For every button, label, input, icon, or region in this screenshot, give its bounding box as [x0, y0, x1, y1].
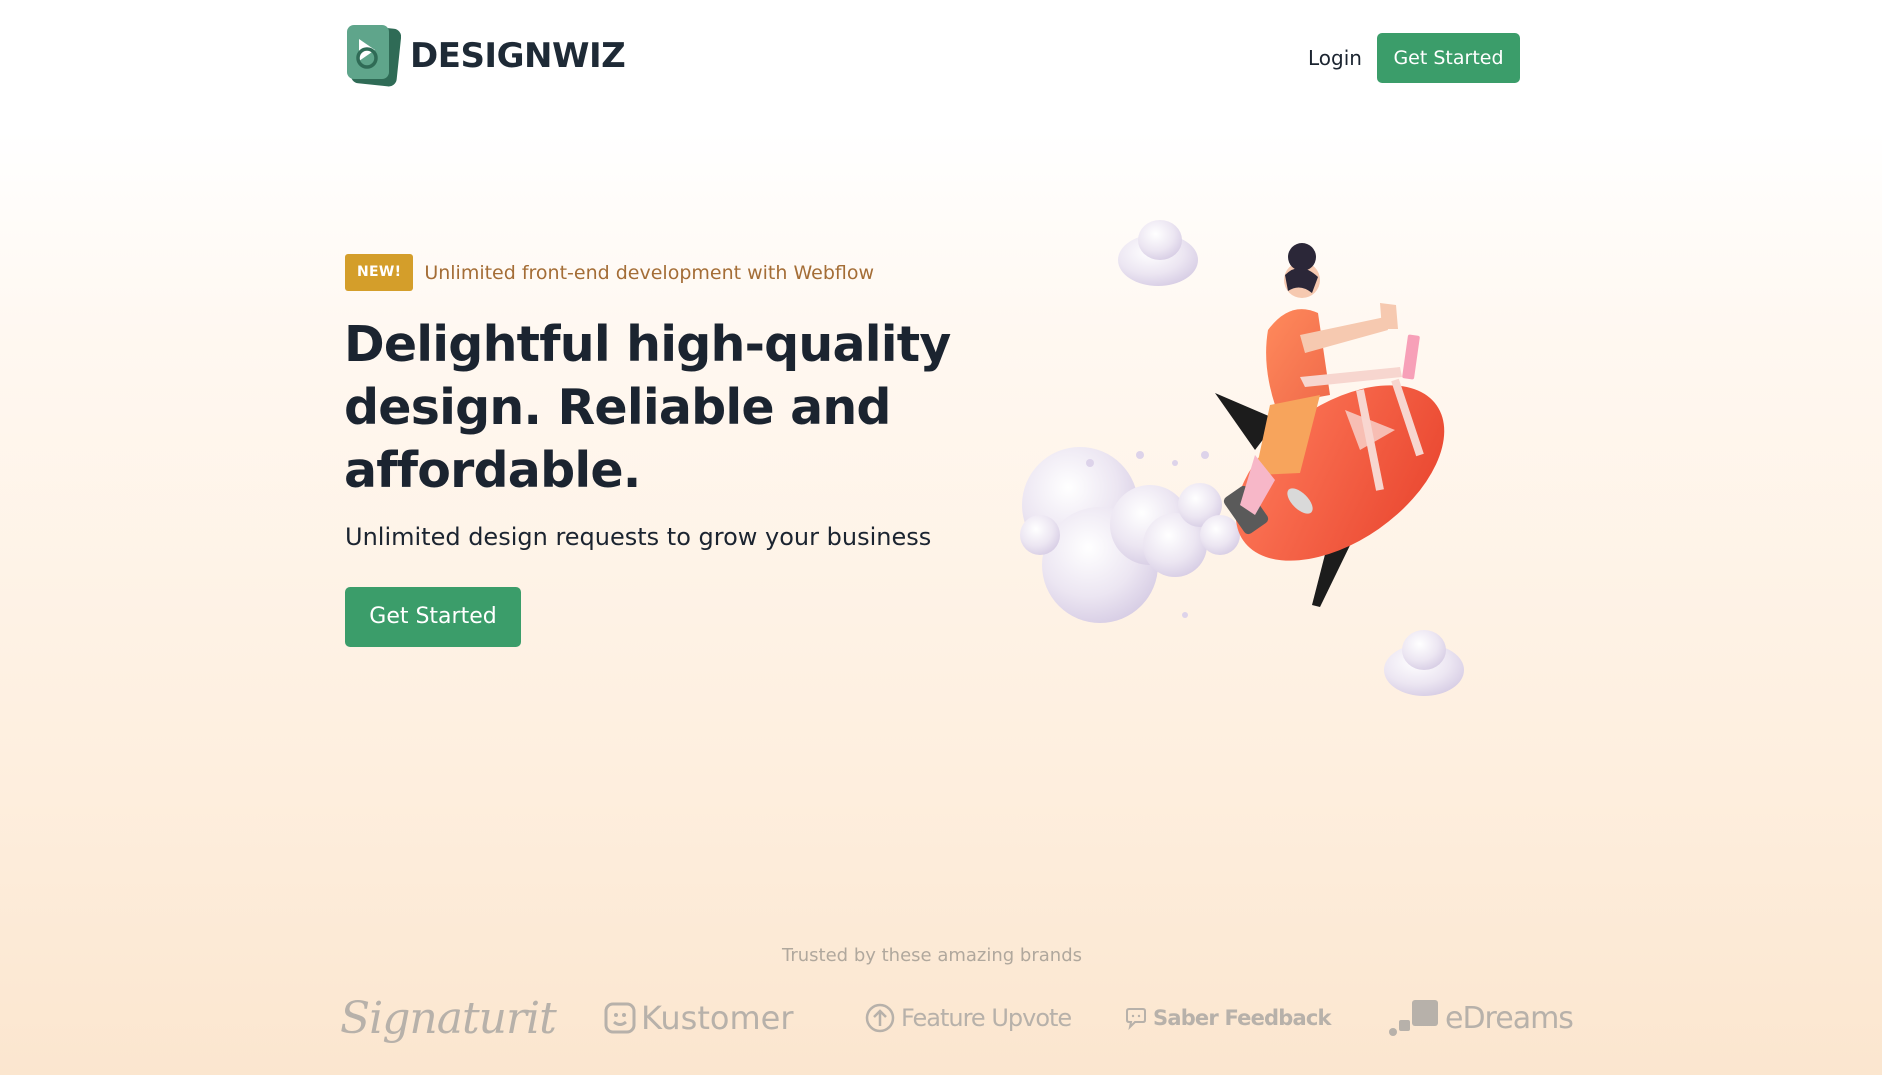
exhaust-cloud: [1020, 447, 1240, 623]
brand-edreams: eDreams: [1388, 982, 1574, 1054]
dots-squares-icon: [1388, 998, 1440, 1038]
brand-name: Saber Feedback: [1153, 1006, 1331, 1030]
brand-signaturit: Signaturit: [340, 982, 557, 1054]
site-header: DESIGNWIZ Login Get Started: [0, 0, 1882, 118]
header-get-started-button[interactable]: Get Started: [1377, 33, 1520, 83]
brand-name: Kustomer: [641, 999, 794, 1037]
brand-saber-feedback: Saber Feedback: [1124, 982, 1331, 1054]
arrow-up-circle-icon: [864, 1002, 896, 1034]
designwiz-logo-icon: [347, 25, 401, 87]
brand-kustomer: Kustomer: [604, 982, 793, 1054]
hero-subtitle: Unlimited design requests to grow your b…: [345, 523, 932, 551]
logo-link[interactable]: DESIGNWIZ: [345, 25, 626, 87]
smiley-square-icon: [604, 1002, 636, 1034]
cloud-top: [1118, 220, 1198, 286]
brand-name: eDreams: [1445, 1000, 1574, 1036]
announcement[interactable]: NEW! Unlimited front-end development wit…: [345, 254, 874, 291]
cloud-bottom-right: [1384, 630, 1464, 696]
rocket-rider-illustration: [1020, 220, 1464, 696]
hero-title: Delightful high-quality design. Reliable…: [344, 316, 951, 499]
brands-heading: Trusted by these amazing brands: [782, 945, 1082, 966]
brand-name: Signaturit: [340, 992, 557, 1044]
announcement-text: Unlimited front-end development with Web…: [424, 261, 875, 284]
brand-logos: Signaturit Kustomer Feature Upvote Saber…: [340, 982, 1580, 1054]
new-badge: NEW!: [345, 254, 414, 291]
brand-name: Feature Upvote: [901, 1004, 1072, 1032]
speech-bubble-icon: [1124, 1006, 1148, 1030]
login-link[interactable]: Login: [1300, 33, 1370, 83]
brand-feature-upvote: Feature Upvote: [864, 982, 1072, 1054]
hero-get-started-button[interactable]: Get Started: [345, 587, 521, 647]
logo-wordmark: DESIGNWIZ: [410, 36, 626, 76]
